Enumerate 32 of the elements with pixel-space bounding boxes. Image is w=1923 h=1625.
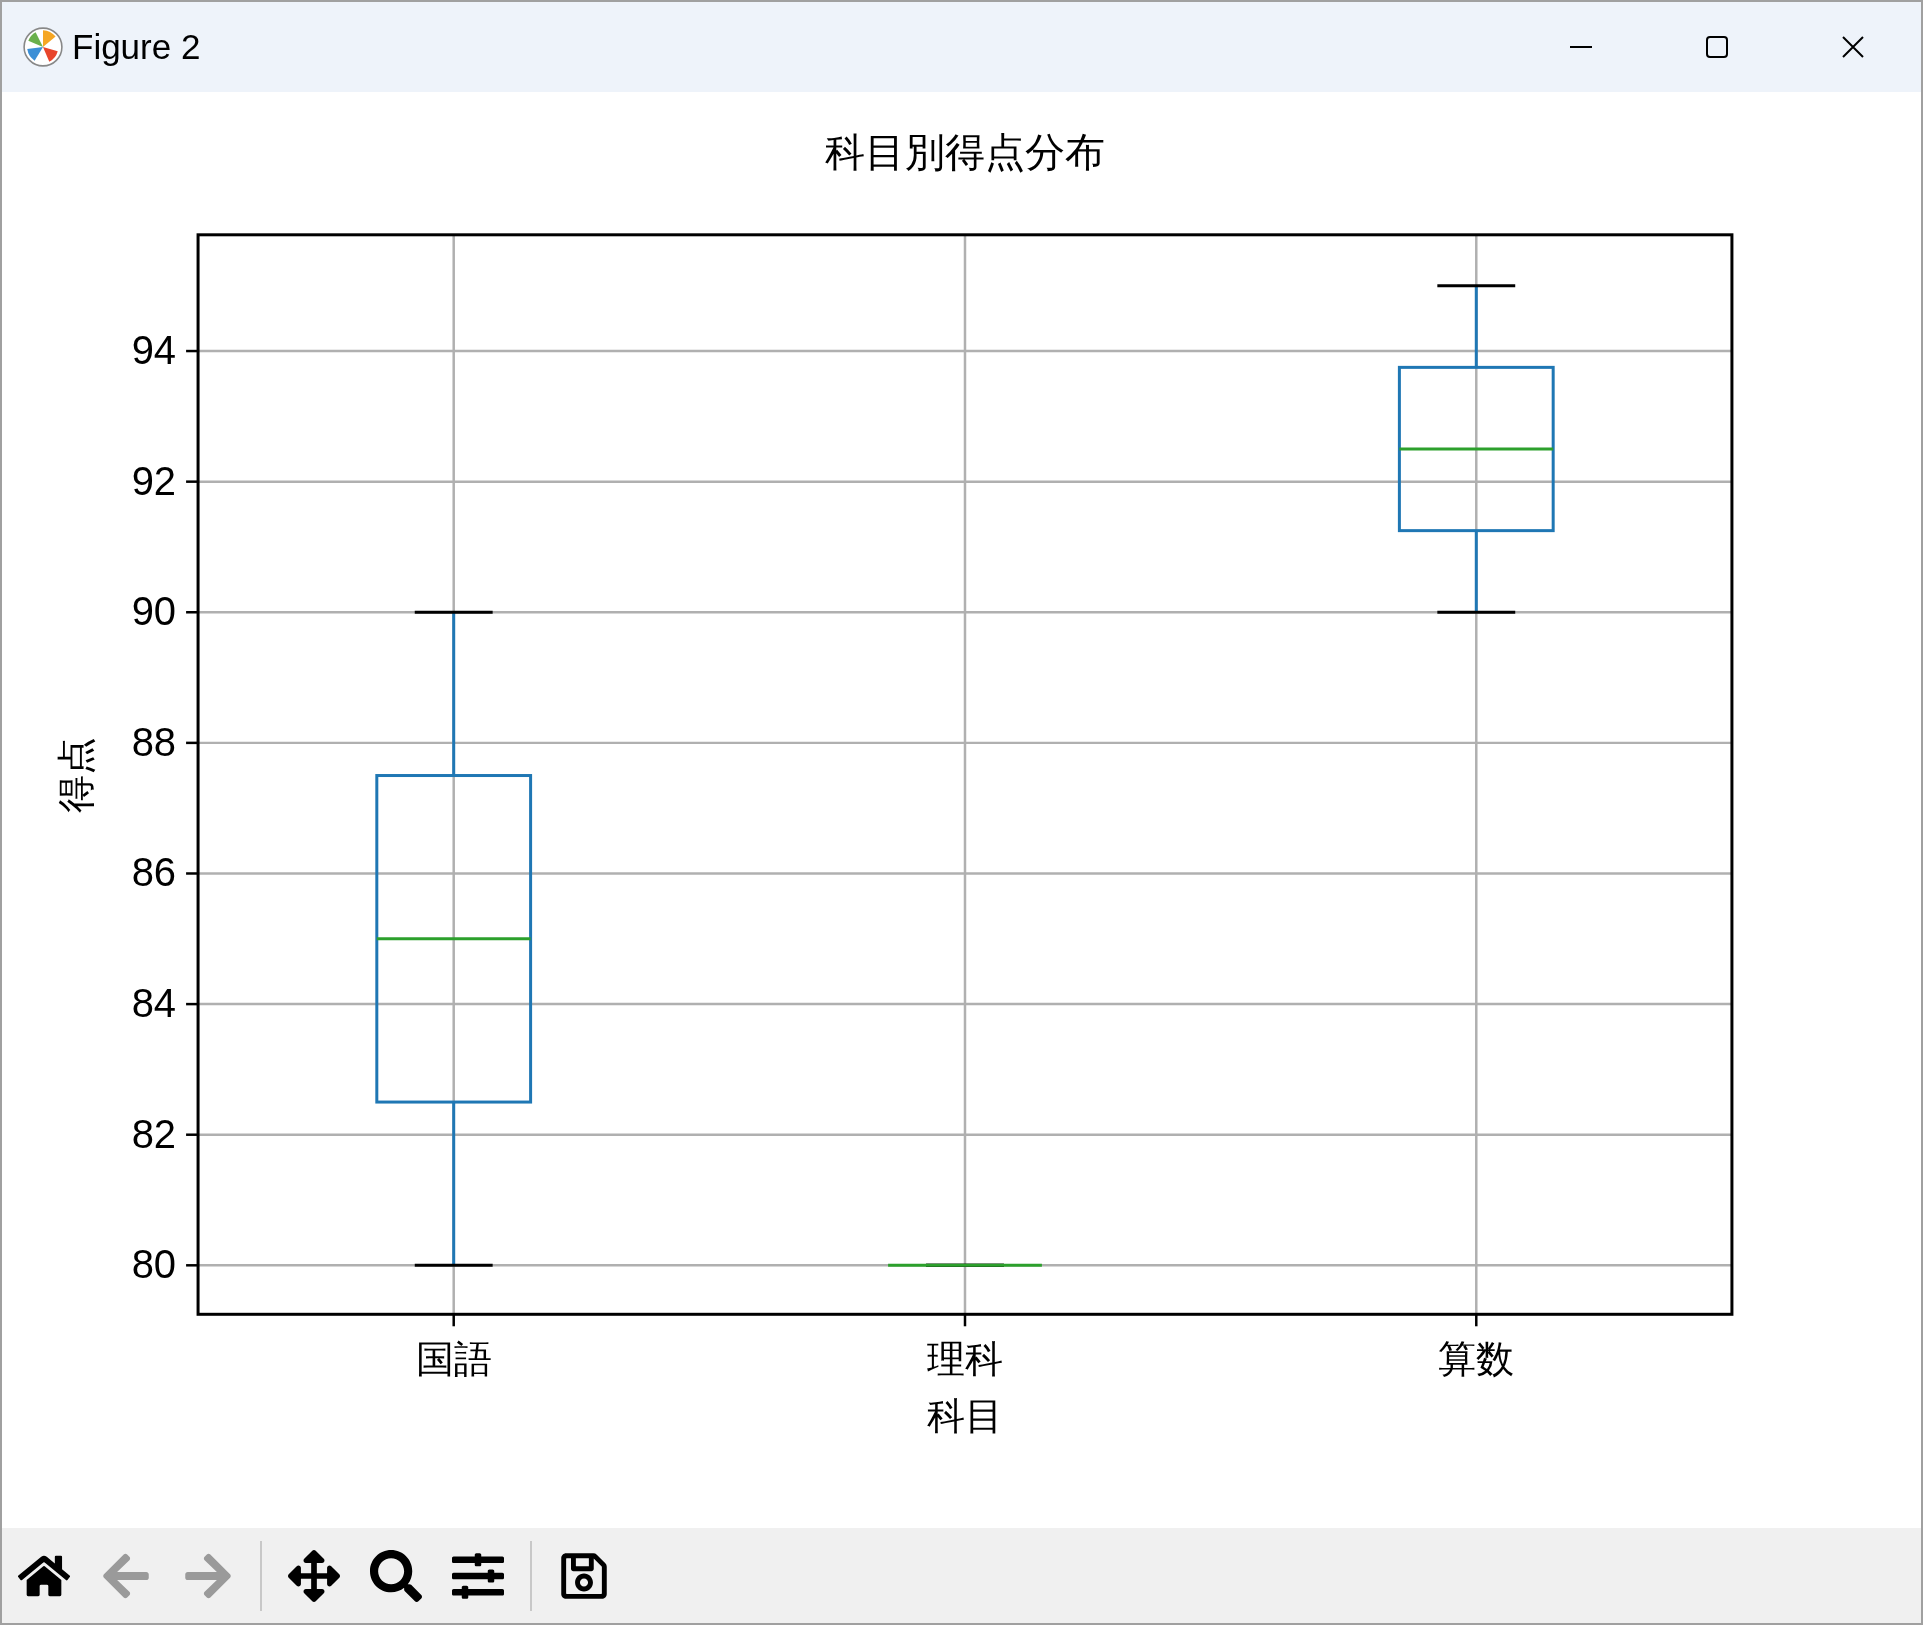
tick-mark: [1475, 1314, 1478, 1327]
y-tick-label: 94: [131, 328, 177, 373]
x-tick-label: 算数: [1438, 1338, 1515, 1381]
move-icon: [288, 1549, 340, 1602]
x-tick-label: 国語: [415, 1338, 492, 1381]
tick-mark: [186, 741, 199, 745]
maximize-icon: [1706, 36, 1728, 58]
tick-mark: [186, 1133, 199, 1136]
y-tick-label: 80: [131, 1242, 177, 1287]
y-tick-label: 92: [131, 458, 177, 503]
tick-mark: [186, 480, 199, 483]
tick-mark: [186, 1002, 199, 1006]
y-axis-label: 得点: [55, 736, 98, 813]
tick-mark: [186, 611, 199, 614]
y-tick-label: 82: [131, 1111, 177, 1156]
tick-mark: [186, 1264, 199, 1267]
chart-title: 科目別得点分布: [825, 129, 1105, 174]
tick-mark: [186, 349, 199, 353]
tick-mark: [452, 1314, 455, 1327]
window-title: Figure 2: [72, 25, 201, 68]
y-tick-label: 88: [131, 719, 177, 764]
x-axis-label: 科目: [927, 1395, 1003, 1438]
y-tick-label: 90: [131, 589, 177, 634]
tick-mark: [963, 1314, 967, 1327]
tick-mark: [186, 872, 199, 875]
y-tick-label: 84: [131, 981, 177, 1026]
search-icon: [370, 1549, 422, 1602]
x-tick-label: 理科: [927, 1338, 1003, 1381]
app-logo-icon: [22, 26, 64, 68]
close-icon: [1842, 36, 1864, 58]
minimize-icon: [1570, 46, 1592, 48]
y-tick-label: 86: [131, 850, 177, 895]
